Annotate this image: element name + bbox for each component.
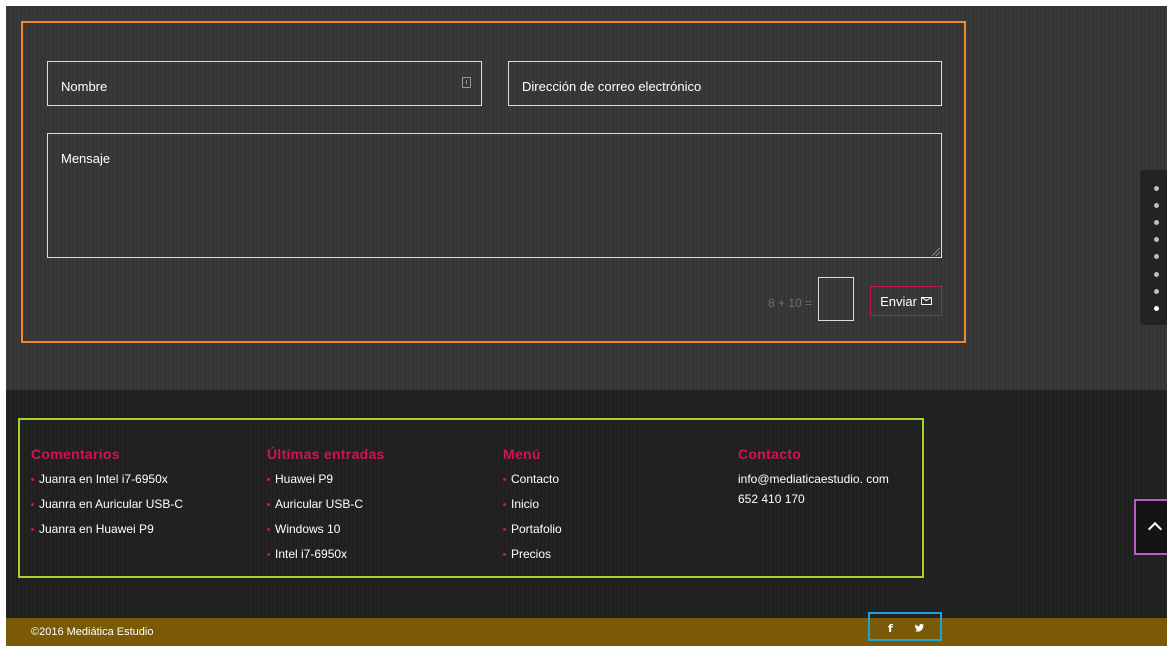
copyright-text: ©2016 Mediática Estudio	[31, 626, 154, 638]
footer-latest-posts-column: Últimas entradas Huawei P9 Auricular USB…	[267, 446, 385, 571]
send-button-label: Enviar	[880, 293, 917, 309]
twitter-icon[interactable]	[914, 624, 925, 632]
send-button[interactable]: Enviar	[870, 286, 942, 316]
contact-title: Contacto	[738, 446, 802, 462]
post-link[interactable]: Intel i7-6950x	[267, 546, 385, 571]
mail-icon	[920, 297, 932, 305]
contact-section: Nombre Dirección de correo electrónico M…	[6, 6, 1167, 390]
section-nav-dot[interactable]	[1154, 289, 1159, 294]
bottom-bar	[6, 618, 1167, 646]
menu-link-precios[interactable]: Precios	[503, 546, 562, 571]
section-nav-dot[interactable]	[1154, 272, 1159, 277]
captcha-input[interactable]	[818, 277, 854, 321]
autofill-icon[interactable]	[462, 77, 471, 88]
message-field[interactable]: Mensaje	[47, 133, 942, 258]
captcha-question: 8 + 10 =	[768, 296, 813, 310]
name-field[interactable]: Nombre	[47, 61, 482, 106]
section-nav-dot[interactable]	[1154, 254, 1159, 259]
section-nav-dot[interactable]	[1154, 237, 1159, 242]
footer-menu-column: Menú Contacto Inicio Portafolio Precios	[503, 446, 562, 571]
section-nav-dot-active[interactable]	[1154, 306, 1159, 311]
menu-link-contacto[interactable]: Contacto	[503, 471, 562, 496]
comment-link[interactable]: Juanra en Auricular USB-C	[31, 496, 183, 521]
comment-link[interactable]: Juanra en Intel i7-6950x	[31, 471, 183, 496]
comment-link[interactable]: Juanra en Huawei P9	[31, 521, 183, 546]
message-placeholder: Mensaje	[61, 151, 111, 166]
menu-link-inicio[interactable]: Inicio	[503, 496, 562, 521]
latest-posts-title: Últimas entradas	[267, 446, 385, 462]
facebook-icon[interactable]: f	[888, 622, 893, 635]
footer-comments-column: Comentarios Juanra en Intel i7-6950x Jua…	[31, 446, 183, 546]
email-field[interactable]: Dirección de correo electrónico	[508, 61, 942, 106]
contact-form-frame: Nombre Dirección de correo electrónico M…	[21, 21, 966, 343]
section-nav	[1140, 170, 1167, 325]
email-placeholder: Dirección de correo electrónico	[522, 79, 702, 94]
scroll-to-top-button[interactable]	[1134, 499, 1167, 555]
post-link[interactable]: Auricular USB-C	[267, 496, 385, 521]
footer-contact-column: Contacto info@mediaticaestudio. com 652 …	[738, 446, 889, 511]
contact-phone: 652 410 170	[738, 492, 805, 506]
comments-title: Comentarios	[31, 446, 120, 462]
section-nav-dot[interactable]	[1154, 186, 1159, 191]
chevron-up-icon	[1147, 521, 1163, 537]
social-links: f	[868, 612, 942, 641]
section-nav-dot[interactable]	[1154, 220, 1159, 225]
post-link[interactable]: Huawei P9	[267, 471, 385, 496]
menu-link-portafolio[interactable]: Portafolio	[503, 521, 562, 546]
menu-title: Menú	[503, 446, 541, 462]
post-link[interactable]: Windows 10	[267, 521, 385, 546]
name-placeholder: Nombre	[61, 79, 108, 94]
section-nav-dot[interactable]	[1154, 203, 1159, 208]
page: Nombre Dirección de correo electrónico M…	[6, 6, 1167, 646]
contact-email[interactable]: info@mediaticaestudio. com	[738, 471, 889, 491]
resize-grip-icon[interactable]	[932, 248, 940, 256]
